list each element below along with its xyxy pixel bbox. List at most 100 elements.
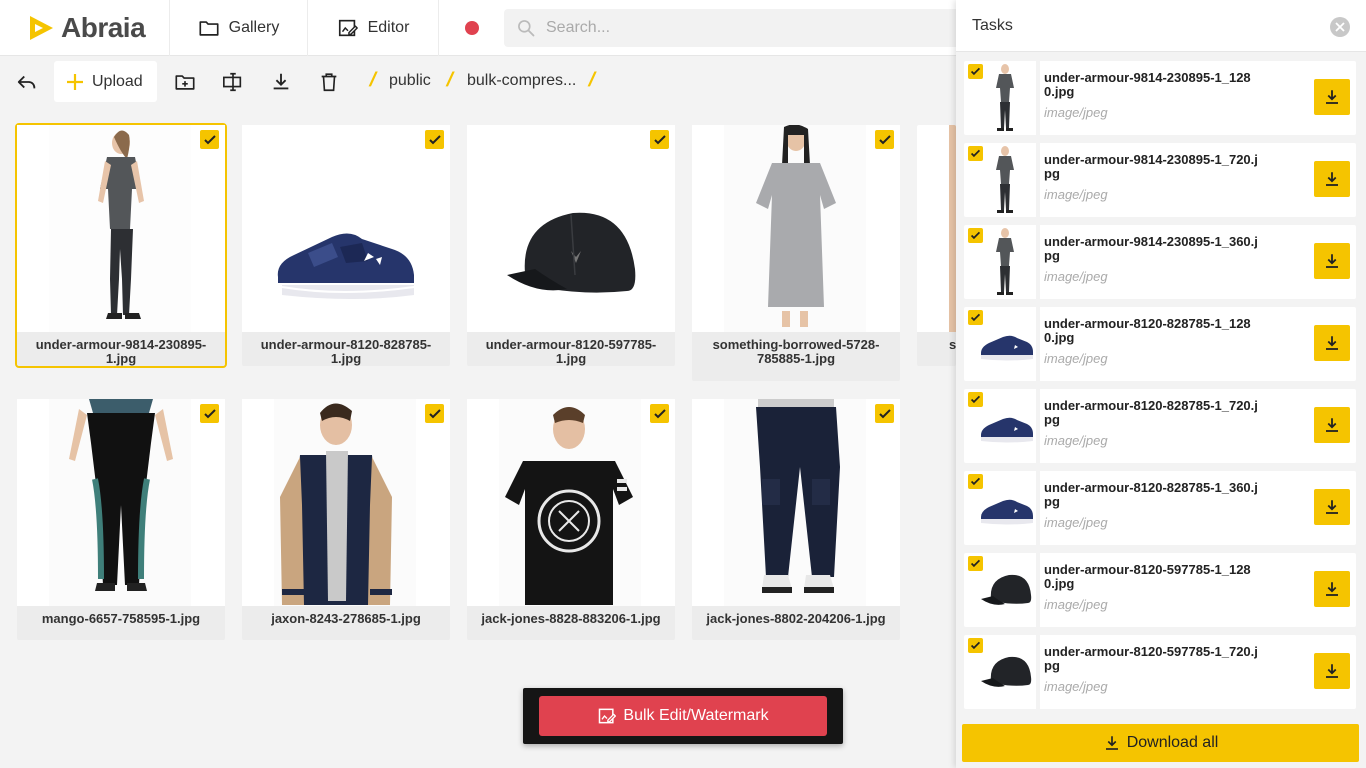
image-card[interactable]: under-armour-9814-230895-1.jpg	[15, 123, 227, 368]
folder-icon	[199, 21, 219, 36]
status-dot	[465, 21, 479, 35]
image-filename: mango-6657-758595-1.jpg	[41, 611, 201, 626]
card-checkbox[interactable]	[875, 404, 894, 423]
tab-gallery[interactable]: Gallery	[170, 0, 308, 56]
task-download-button[interactable]	[1314, 161, 1350, 197]
card-checkbox[interactable]	[875, 130, 894, 149]
upload-button[interactable]: Upload	[54, 61, 157, 102]
plus-icon	[67, 73, 83, 90]
back-button[interactable]	[9, 64, 45, 100]
breadcrumb-public[interactable]: public	[389, 72, 431, 90]
tasks-title: Tasks	[972, 17, 1013, 34]
card-checkbox[interactable]	[425, 130, 444, 149]
bulk-edit-watermark-button[interactable]: Bulk Edit/Watermark	[539, 696, 827, 736]
task-checkbox[interactable]	[968, 474, 983, 489]
breadcrumb-separator: /	[586, 69, 598, 91]
task-checkbox[interactable]	[968, 228, 983, 243]
image-card[interactable]: under-armour-8120-597785-1.jpg	[467, 125, 675, 366]
task-checkbox[interactable]	[968, 64, 983, 79]
image-card[interactable]: mango-6657-758595-1.jpg	[17, 399, 225, 640]
task-row: under-armour-8120-828785-1_360.jpg image/…	[964, 471, 1356, 545]
app-name: Abraia	[61, 12, 146, 43]
download-icon	[1326, 90, 1338, 104]
task-row: under-armour-9814-230895-1_360.jpg image/…	[964, 225, 1356, 299]
bulk-edit-label: Bulk Edit/Watermark	[623, 707, 769, 724]
image-thumbnail	[242, 125, 450, 332]
image-filename: s	[949, 337, 956, 352]
card-checkbox[interactable]	[425, 404, 444, 423]
abraia-logo-icon	[30, 16, 53, 40]
rename-button[interactable]	[215, 64, 251, 100]
download-icon	[1326, 500, 1338, 514]
download-button[interactable]	[263, 64, 299, 100]
app-logo[interactable]: Abraia	[0, 0, 170, 56]
task-download-button[interactable]	[1314, 243, 1350, 279]
check-icon	[203, 134, 216, 144]
task-filename: under-armour-8120-828785-1_360.jpg	[1044, 480, 1258, 509]
image-card[interactable]: under-armour-8120-828785-1.jpg	[242, 125, 450, 366]
download-icon	[273, 73, 289, 90]
task-checkbox[interactable]	[968, 310, 983, 325]
image-thumbnail	[692, 399, 900, 606]
image-card[interactable]: something-borrowed-5728-785885-1.jpg	[692, 125, 900, 381]
task-filetype: image/jpeg	[1044, 269, 1108, 284]
task-filename: under-armour-9814-230895-1_720.jpg	[1044, 152, 1258, 181]
card-checkbox[interactable]	[650, 404, 669, 423]
image-card[interactable]: jaxon-8243-278685-1.jpg	[242, 399, 450, 640]
task-divider	[1036, 553, 1040, 627]
check-icon	[203, 408, 216, 418]
task-checkbox[interactable]	[968, 392, 983, 407]
card-checkbox[interactable]	[200, 130, 219, 149]
image-filename: something-borrowed-5728-785885-1.jpg	[712, 337, 880, 366]
breadcrumb-bulk-compress[interactable]: bulk-compres...	[467, 72, 576, 90]
download-all-button[interactable]: Download all	[962, 724, 1359, 762]
check-icon	[970, 641, 981, 650]
task-divider	[1036, 143, 1040, 217]
close-panel-button[interactable]	[1330, 17, 1350, 37]
task-filename: under-armour-9814-230895-1_1280.jpg	[1044, 70, 1251, 99]
image-card[interactable]: jack-jones-8802-204206-1.jpg	[692, 399, 900, 640]
varsity-jacket-image	[274, 399, 416, 606]
image-filename: jaxon-8243-278685-1.jpg	[271, 611, 421, 626]
image-card[interactable]: jack-jones-8828-883206-1.jpg	[467, 399, 675, 640]
card-checkbox[interactable]	[650, 130, 669, 149]
partial-model-image	[949, 125, 956, 332]
new-folder-button[interactable]	[167, 64, 203, 100]
task-row: under-armour-8120-597785-1_720.jpg image/…	[964, 635, 1356, 709]
task-row: under-armour-8120-828785-1_720.jpg image/…	[964, 389, 1356, 463]
task-checkbox[interactable]	[968, 556, 983, 571]
download-icon	[1326, 664, 1338, 678]
task-row: under-armour-9814-230895-1_1280.jpg image…	[964, 61, 1356, 135]
search-input[interactable]	[546, 19, 926, 37]
grey-tshirt-dress-image	[724, 125, 866, 332]
task-download-button[interactable]	[1314, 571, 1350, 607]
download-icon	[1326, 336, 1338, 350]
search-icon	[518, 20, 535, 37]
task-checkbox[interactable]	[968, 146, 983, 161]
search-box[interactable]	[504, 9, 974, 47]
tab-gallery-label: Gallery	[228, 19, 280, 36]
task-divider	[1036, 225, 1040, 299]
task-row: under-armour-9814-230895-1_720.jpg image/…	[964, 143, 1356, 217]
delete-button[interactable]	[311, 64, 347, 100]
check-icon	[970, 313, 981, 322]
image-thumbnail	[467, 399, 675, 606]
breadcrumb-separator: /	[444, 69, 456, 91]
tab-editor[interactable]: Editor	[308, 0, 439, 56]
image-card-partial[interactable]: s	[917, 125, 956, 366]
check-icon	[428, 134, 441, 144]
edit-image-icon	[338, 19, 358, 37]
task-download-button[interactable]	[1314, 489, 1350, 525]
task-download-button[interactable]	[1314, 325, 1350, 361]
task-filename: under-armour-8120-597785-1_1280.jpg	[1044, 562, 1251, 591]
task-download-button[interactable]	[1314, 407, 1350, 443]
task-divider	[1036, 389, 1040, 463]
task-download-button[interactable]	[1314, 653, 1350, 689]
card-checkbox[interactable]	[200, 404, 219, 423]
tasks-panel: Tasks under-armour-9814-230895-1_1280.jp…	[956, 0, 1366, 768]
task-download-button[interactable]	[1314, 79, 1350, 115]
task-divider	[1036, 471, 1040, 545]
download-icon	[1326, 582, 1338, 596]
task-divider	[1036, 307, 1040, 381]
task-checkbox[interactable]	[968, 638, 983, 653]
